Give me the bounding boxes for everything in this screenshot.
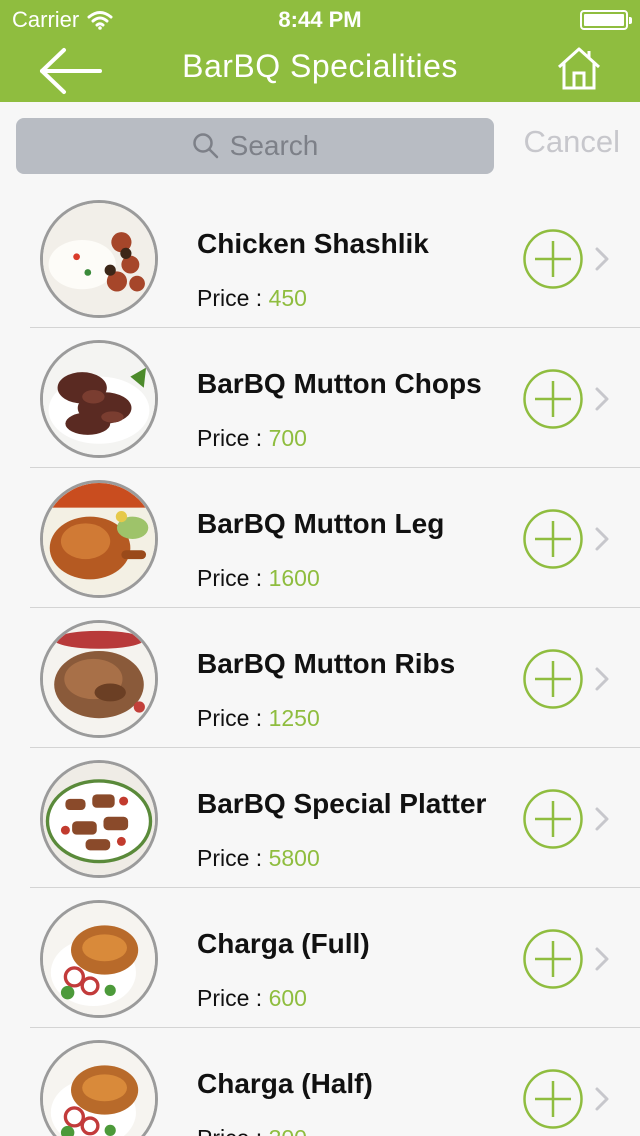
item-price: Price : 1250 — [197, 705, 320, 732]
chevron-right-icon[interactable] — [594, 246, 610, 272]
item-price: Price : 300 — [197, 1125, 307, 1136]
chevron-right-icon[interactable] — [594, 946, 610, 972]
food-photo — [40, 480, 158, 598]
menu-item-list: Chicken Shashlik Price : 450 BarBQ Mutto… — [0, 188, 640, 1136]
price-value: 1600 — [268, 565, 320, 591]
price-value: 450 — [268, 285, 307, 311]
price-value: 700 — [268, 425, 307, 451]
status-time: 8:44 PM — [278, 7, 362, 32]
item-name: Charga (Half) — [197, 1068, 373, 1099]
item-name: BarBQ Mutton Leg — [197, 508, 445, 539]
top-bar: Carrier 8:44 PM BarBQ Specialities — [0, 0, 640, 102]
cancel-button[interactable]: Cancel — [524, 124, 621, 160]
price-label: Price : — [197, 705, 263, 731]
add-to-cart-plus-icon[interactable] — [522, 928, 584, 990]
status-bar: Carrier 8:44 PM — [0, 0, 640, 40]
list-item[interactable]: Charga (Half) Price : 300 — [0, 1028, 640, 1136]
item-price: Price : 700 — [197, 425, 307, 452]
search-bar: Search Cancel — [0, 102, 640, 188]
battery-icon — [580, 10, 632, 30]
food-photo — [40, 620, 158, 738]
item-name: BarBQ Mutton Chops — [197, 368, 482, 399]
search-icon — [192, 133, 218, 159]
price-label: Price : — [197, 285, 263, 311]
food-photo — [40, 760, 158, 878]
item-name: BarBQ Mutton Ribs — [197, 648, 456, 679]
price-value: 5800 — [268, 845, 320, 871]
chevron-right-icon[interactable] — [594, 806, 610, 832]
food-photo — [40, 1040, 158, 1136]
item-price: Price : 600 — [197, 985, 307, 1012]
price-label: Price : — [197, 985, 263, 1011]
list-item[interactable]: BarBQ Special Platter Price : 5800 — [0, 748, 640, 888]
chevron-right-icon[interactable] — [594, 386, 610, 412]
price-label: Price : — [197, 1125, 262, 1136]
food-photo — [40, 200, 158, 318]
chevron-right-icon[interactable] — [594, 526, 610, 552]
list-item[interactable]: Chicken Shashlik Price : 450 — [0, 188, 640, 328]
chevron-right-icon[interactable] — [594, 666, 610, 692]
item-name: BarBQ Special Platter — [197, 788, 487, 819]
add-to-cart-plus-icon[interactable] — [522, 508, 584, 570]
list-item[interactable]: BarBQ Mutton Ribs Price : 1250 — [0, 608, 640, 748]
food-photo — [40, 900, 158, 1018]
price-value: 1250 — [268, 705, 320, 731]
add-to-cart-plus-icon[interactable] — [522, 788, 584, 850]
list-item[interactable]: BarBQ Mutton Chops Price : 700 — [0, 328, 640, 468]
add-to-cart-plus-icon[interactable] — [522, 228, 584, 290]
nav-bar: BarBQ Specialities — [0, 40, 640, 102]
price-label: Price : — [197, 845, 263, 871]
item-price: Price : 5800 — [197, 845, 320, 872]
item-name: Chicken Shashlik — [197, 228, 429, 259]
home-icon[interactable] — [556, 45, 602, 91]
list-item[interactable]: BarBQ Mutton Leg Price : 1600 — [0, 468, 640, 608]
chevron-right-icon[interactable] — [594, 1086, 610, 1112]
item-name: Charga (Full) — [197, 928, 370, 959]
price-value: 600 — [268, 985, 307, 1011]
food-photo — [40, 340, 158, 458]
page-title: BarBQ Specialities — [182, 48, 458, 84]
list-item[interactable]: Charga (Full) Price : 600 — [0, 888, 640, 1028]
add-to-cart-plus-icon[interactable] — [522, 1068, 584, 1130]
price-value: 300 — [269, 1125, 307, 1136]
add-to-cart-plus-icon[interactable] — [522, 368, 584, 430]
price-label: Price : — [197, 565, 263, 591]
search-placeholder: Search — [229, 130, 319, 161]
add-to-cart-plus-icon[interactable] — [522, 648, 584, 710]
search-input[interactable]: Search — [16, 118, 494, 174]
price-label: Price : — [197, 425, 263, 451]
item-price: Price : 450 — [197, 285, 307, 312]
item-price: Price : 1600 — [197, 565, 320, 592]
